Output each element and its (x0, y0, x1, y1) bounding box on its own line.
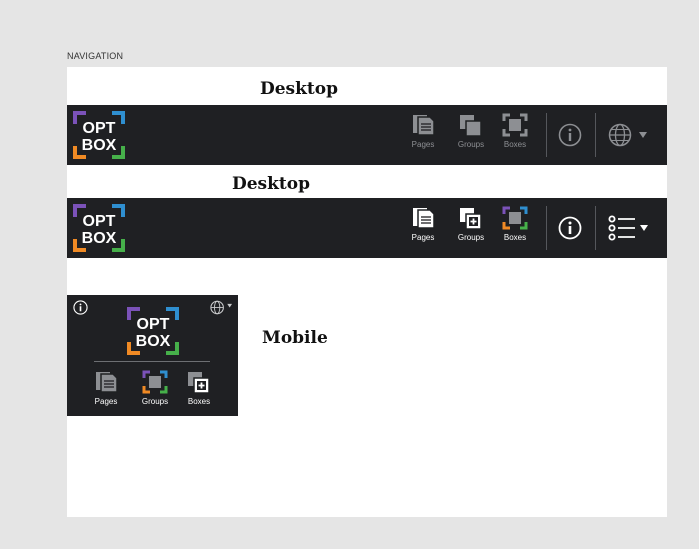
heading-desktop-2: Desktop (232, 174, 310, 194)
groups-icon (460, 115, 482, 137)
divider (595, 113, 596, 157)
desktop-nav-bar-inactive: OPT BOX Pages Groups Boxes (67, 105, 667, 165)
nav-groups[interactable]: Groups (451, 113, 491, 157)
nav-pages-label: Pages (411, 140, 435, 149)
language-menu-button[interactable] (608, 123, 654, 147)
menu-button[interactable] (608, 215, 654, 241)
nav-groups-label: Groups (457, 140, 485, 149)
design-board: Desktop OPT BOX Pages Groups Boxes Deskt… (67, 67, 667, 517)
desktop-nav-bar-active: OPT BOX Pages Groups Boxes (67, 198, 667, 258)
groups-icon (142, 370, 168, 394)
boxes-icon (502, 113, 528, 137)
nav-pages-label: Pages (94, 397, 118, 406)
pages-icon (413, 115, 435, 136)
nav-boxes[interactable]: Boxes (495, 113, 535, 157)
boxes-icon (188, 372, 210, 394)
nav-boxes-label: Boxes (503, 233, 527, 242)
divider (546, 206, 547, 250)
section-label: NAVIGATION (67, 51, 124, 61)
chevron-down-icon (639, 132, 647, 138)
logo-text-opt: OPT (137, 316, 170, 333)
list-menu-icon (608, 215, 635, 241)
nav-boxes-label: Boxes (503, 140, 527, 149)
divider (595, 206, 596, 250)
pages-icon (413, 208, 435, 229)
nav-pages[interactable]: Pages (86, 370, 126, 414)
boxes-icon (502, 206, 528, 230)
language-menu-button[interactable] (210, 300, 235, 315)
logo-text-box: BOX (136, 333, 171, 350)
nav-groups-label: Groups (457, 233, 485, 242)
chevron-down-icon (640, 225, 648, 231)
logo-text-box: BOX (82, 230, 117, 247)
info-icon[interactable] (558, 123, 582, 147)
optbox-logo[interactable]: OPT BOX (127, 307, 179, 355)
divider (546, 113, 547, 157)
logo-text-opt: OPT (83, 120, 116, 137)
nav-boxes[interactable]: Boxes (179, 370, 219, 414)
groups-icon (460, 208, 482, 230)
globe-icon (210, 300, 224, 315)
globe-icon (608, 123, 632, 147)
logo-text-opt: OPT (83, 213, 116, 230)
nav-groups[interactable]: Groups (451, 206, 491, 250)
nav-pages-label: Pages (411, 233, 435, 242)
nav-groups[interactable]: Groups (135, 370, 175, 414)
chevron-down-icon (227, 303, 233, 308)
logo-text-box: BOX (82, 137, 117, 154)
heading-mobile: Mobile (262, 328, 328, 348)
mobile-nav-panel: OPT BOX Pages Groups Boxes (67, 295, 238, 416)
info-icon[interactable] (558, 216, 582, 240)
pages-icon (96, 372, 118, 393)
optbox-logo[interactable]: OPT BOX (73, 111, 125, 159)
divider (94, 361, 210, 362)
nav-boxes[interactable]: Boxes (495, 206, 535, 250)
nav-pages[interactable]: Pages (403, 206, 443, 250)
optbox-logo[interactable]: OPT BOX (73, 204, 125, 252)
nav-pages[interactable]: Pages (403, 113, 443, 157)
nav-boxes-label: Boxes (187, 397, 211, 406)
heading-desktop-1: Desktop (260, 79, 338, 99)
nav-groups-label: Groups (141, 397, 169, 406)
info-icon[interactable] (73, 300, 88, 315)
